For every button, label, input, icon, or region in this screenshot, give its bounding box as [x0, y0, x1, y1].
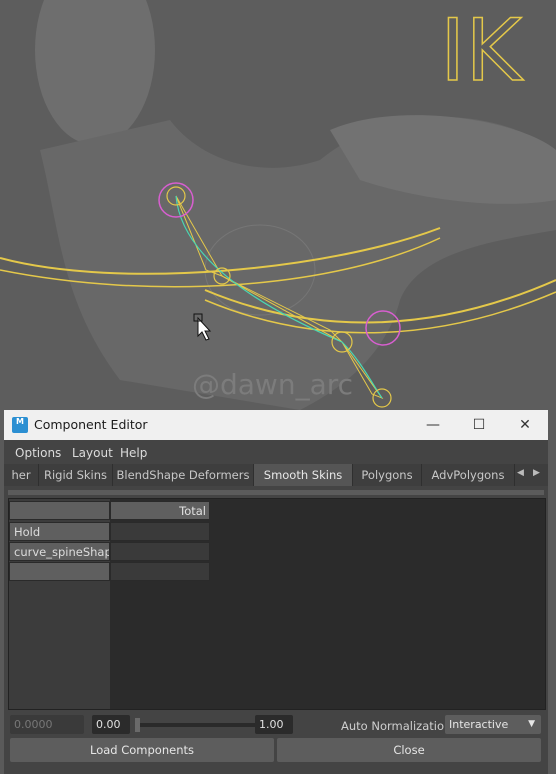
min-value-field[interactable]: 0.00 [92, 715, 130, 734]
corner-header [9, 501, 110, 520]
table-cell[interactable] [110, 522, 210, 541]
component-editor-window: M Component Editor — ☐ ✕ Options Layout … [4, 410, 548, 774]
maya-app-icon: M [12, 417, 28, 433]
weight-slider-handle[interactable] [135, 718, 140, 732]
column-header-total[interactable]: Total [110, 501, 210, 520]
tab-advpolygons[interactable]: AdvPolygons [422, 464, 515, 486]
max-value-field[interactable]: 1.00 [255, 715, 293, 734]
close-button[interactable]: Close [277, 738, 541, 762]
maximize-button[interactable]: ☐ [456, 410, 502, 440]
menu-bar: Options Layout Help [4, 440, 548, 464]
tab-partial[interactable]: her [4, 464, 39, 486]
row-header-curve-spineshape[interactable]: curve_spineShape [9, 542, 110, 561]
close-window-button[interactable]: ✕ [502, 410, 548, 440]
ik-overlay-text: IK [440, 1, 524, 101]
load-components-button[interactable]: Load Components [10, 738, 274, 762]
tab-blendshape-deformers[interactable]: BlendShape Deformers [113, 464, 254, 486]
weight-value-field[interactable]: 0.0000 [10, 715, 84, 734]
auto-normalization-value: Interactive [449, 718, 509, 731]
maya-viewport[interactable]: @dawn_arc IK [0, 0, 556, 430]
table-cell[interactable] [110, 562, 210, 581]
scene-canvas: @dawn_arc IK [0, 0, 556, 411]
row-header-empty[interactable] [9, 562, 110, 581]
auto-normalization-label: Auto Normalization [341, 719, 452, 733]
tab-polygons[interactable]: Polygons [353, 464, 422, 486]
title-bar[interactable]: M Component Editor — ☐ ✕ [4, 410, 548, 440]
weight-slider-track[interactable] [137, 723, 255, 727]
divider [8, 490, 544, 495]
row-header-hold[interactable]: Hold [9, 522, 110, 541]
menu-layout[interactable]: Layout [72, 446, 113, 460]
tab-bar: her Rigid Skins BlendShape Deformers Smo… [4, 464, 548, 486]
mannequin-head [35, 0, 155, 145]
chevron-down-icon: ▼ [528, 719, 535, 729]
tab-scroll-right-icon[interactable]: ▶ [533, 468, 540, 478]
menu-help[interactable]: Help [120, 446, 147, 460]
minimize-button[interactable]: — [410, 410, 456, 440]
component-table[interactable]: Total Hold curve_spineShape [8, 498, 546, 710]
table-cell[interactable] [110, 542, 210, 561]
menu-options[interactable]: Options [15, 446, 61, 460]
tab-scroll-left-icon[interactable]: ◀ [517, 468, 524, 478]
window-title: Component Editor [34, 417, 148, 432]
tab-smooth-skins[interactable]: Smooth Skins [254, 464, 353, 486]
watermark-text: @dawn_arc [192, 368, 353, 401]
auto-normalization-dropdown[interactable]: Interactive ▼ [445, 715, 541, 734]
tab-rigid-skins[interactable]: Rigid Skins [39, 464, 113, 486]
weight-controls: 0.0000 0.00 1.00 Auto Normalization Inte… [4, 712, 548, 736]
